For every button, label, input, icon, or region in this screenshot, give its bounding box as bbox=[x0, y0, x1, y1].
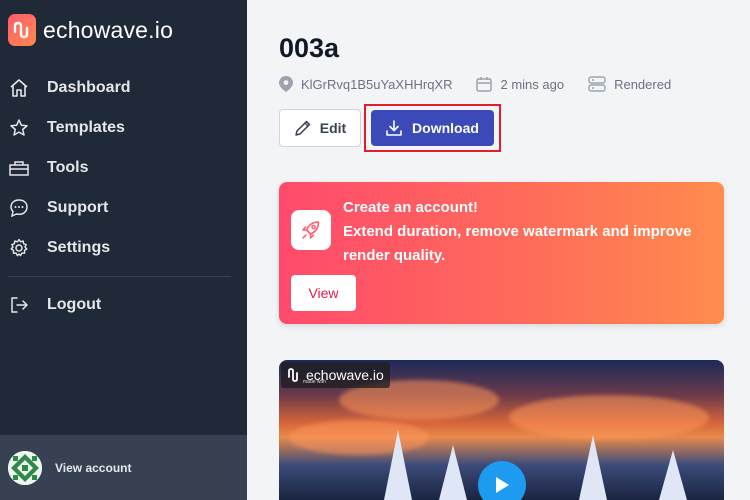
project-status: Rendered bbox=[588, 76, 671, 92]
edit-button[interactable]: Edit bbox=[279, 109, 361, 147]
watermark-subtext: made with bbox=[303, 379, 326, 385]
sidebar-nav: Dashboard Templates Tools Support Settin… bbox=[0, 68, 247, 325]
sidebar-item-dashboard[interactable]: Dashboard bbox=[0, 68, 247, 108]
avatar bbox=[8, 450, 42, 485]
project-time: 2 mins ago bbox=[476, 76, 564, 92]
project-id-text: KlGrRvq1B5uYaXHHrqXR bbox=[301, 76, 453, 92]
download-icon bbox=[386, 120, 402, 136]
rocket-icon bbox=[291, 210, 331, 250]
play-button[interactable] bbox=[478, 461, 526, 500]
star-icon bbox=[8, 117, 30, 139]
logout-icon bbox=[8, 294, 30, 316]
snowy-tree bbox=[384, 430, 412, 500]
sky-cloud bbox=[509, 395, 709, 440]
server-icon bbox=[588, 76, 606, 92]
snowy-tree bbox=[579, 435, 607, 500]
download-button[interactable]: Download bbox=[371, 110, 494, 146]
logo[interactable]: echowave.io bbox=[8, 14, 173, 46]
sidebar-item-support[interactable]: Support bbox=[0, 188, 247, 228]
brand-name: echowave.io bbox=[43, 16, 174, 43]
echowave-watermark-icon bbox=[288, 368, 298, 382]
pencil-icon bbox=[294, 119, 312, 137]
download-highlight: Download bbox=[364, 104, 501, 152]
promo-text: Extend duration, remove watermark and im… bbox=[343, 223, 692, 264]
project-meta: KlGrRvq1B5uYaXHHrqXR 2 mins ago Rendered bbox=[279, 76, 695, 92]
sidebar-item-settings[interactable]: Settings bbox=[0, 228, 247, 268]
sidebar-item-label: Templates bbox=[47, 119, 125, 136]
play-icon bbox=[496, 477, 509, 493]
sidebar-item-tools[interactable]: Tools bbox=[0, 148, 247, 188]
create-account-banner: Create an account! Extend duration, remo… bbox=[279, 182, 724, 324]
watermark: echowave.io made with bbox=[281, 362, 390, 388]
sidebar-item-label: Dashboard bbox=[47, 79, 131, 96]
view-button[interactable]: View bbox=[291, 275, 356, 311]
sidebar-item-label: Tools bbox=[47, 159, 89, 176]
sidebar-item-label: Settings bbox=[47, 239, 111, 256]
calendar-icon bbox=[476, 76, 493, 92]
view-account-button[interactable]: View account bbox=[0, 435, 247, 500]
view-account-label: View account bbox=[55, 460, 132, 475]
toolbox-icon bbox=[8, 157, 30, 179]
sidebar-item-logout[interactable]: Logout bbox=[0, 285, 247, 325]
project-time-text: 2 mins ago bbox=[500, 76, 565, 92]
edit-label: Edit bbox=[319, 120, 347, 136]
sidebar-divider bbox=[8, 276, 231, 277]
main-content: 003a KlGrRvq1B5uYaXHHrqXR 2 mins ago Ren… bbox=[247, 0, 750, 500]
sidebar-item-label: Support bbox=[47, 199, 109, 216]
promo-title: Create an account! bbox=[343, 199, 479, 216]
location-pin-icon bbox=[279, 76, 293, 92]
gear-icon bbox=[8, 237, 30, 259]
project-id: KlGrRvq1B5uYaXHHrqXR bbox=[279, 76, 452, 92]
echowave-logo-icon bbox=[8, 14, 36, 46]
chat-icon bbox=[8, 197, 30, 219]
sidebar: echowave.io Dashboard Templates Tools Su… bbox=[0, 0, 247, 500]
sidebar-item-label: Logout bbox=[47, 296, 102, 313]
sidebar-item-templates[interactable]: Templates bbox=[0, 108, 247, 148]
video-preview[interactable]: echowave.io made with bbox=[279, 360, 724, 500]
project-actions: Edit Download bbox=[279, 104, 501, 152]
snowy-tree bbox=[659, 450, 687, 500]
download-label: Download bbox=[412, 120, 479, 136]
home-icon bbox=[8, 77, 30, 99]
project-status-text: Rendered bbox=[614, 76, 672, 92]
page-title: 003a bbox=[279, 33, 340, 63]
snowy-tree bbox=[439, 445, 467, 500]
